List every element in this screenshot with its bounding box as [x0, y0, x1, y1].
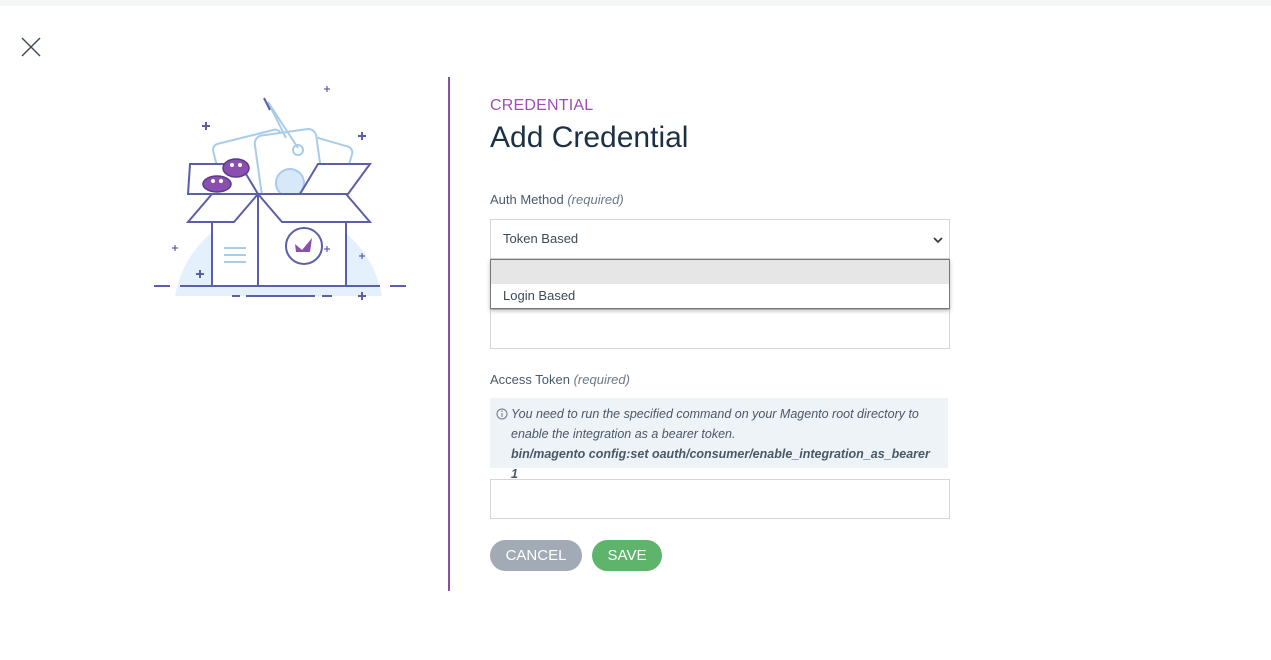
- close-icon[interactable]: [20, 36, 42, 58]
- info-line-2: enable the integration as a bearer token…: [511, 427, 736, 441]
- vertical-divider: [448, 77, 450, 591]
- auth-method-select[interactable]: Token Based: [490, 219, 950, 259]
- access-token-label-text: Access Token: [490, 372, 570, 387]
- save-button[interactable]: SAVE: [592, 540, 662, 571]
- auth-method-label: Auth Method (required): [490, 192, 624, 208]
- cancel-button[interactable]: CANCEL: [490, 540, 582, 571]
- access-token-input[interactable]: [490, 479, 950, 519]
- auth-method-dropdown: Login Based: [490, 259, 950, 309]
- form-fields: Auth Method (required) Token Based Login…: [490, 96, 950, 596]
- info-text: You need to run the specified command on…: [511, 404, 940, 484]
- box-with-tags-illustration: [150, 78, 410, 308]
- auth-method-label-text: Auth Method: [490, 192, 564, 207]
- top-strip: [0, 0, 1271, 6]
- access-token-info-box: You need to run the specified command on…: [490, 398, 948, 481]
- chevron-down-icon: [933, 233, 943, 244]
- dropdown-option-login-based[interactable]: Login Based: [491, 284, 949, 308]
- auth-method-selected-value: Token Based: [503, 231, 579, 246]
- auth-method-required: (required): [567, 192, 624, 207]
- info-icon: [496, 406, 508, 420]
- access-token-required: (required): [573, 372, 630, 387]
- info-command: bin/magento config:set oauth/consumer/en…: [511, 447, 930, 481]
- dropdown-option-blank[interactable]: [491, 260, 949, 284]
- hidden-field-input[interactable]: [490, 309, 950, 349]
- info-line-1: You need to run the specified command on…: [511, 407, 919, 421]
- access-token-label: Access Token (required): [490, 372, 630, 388]
